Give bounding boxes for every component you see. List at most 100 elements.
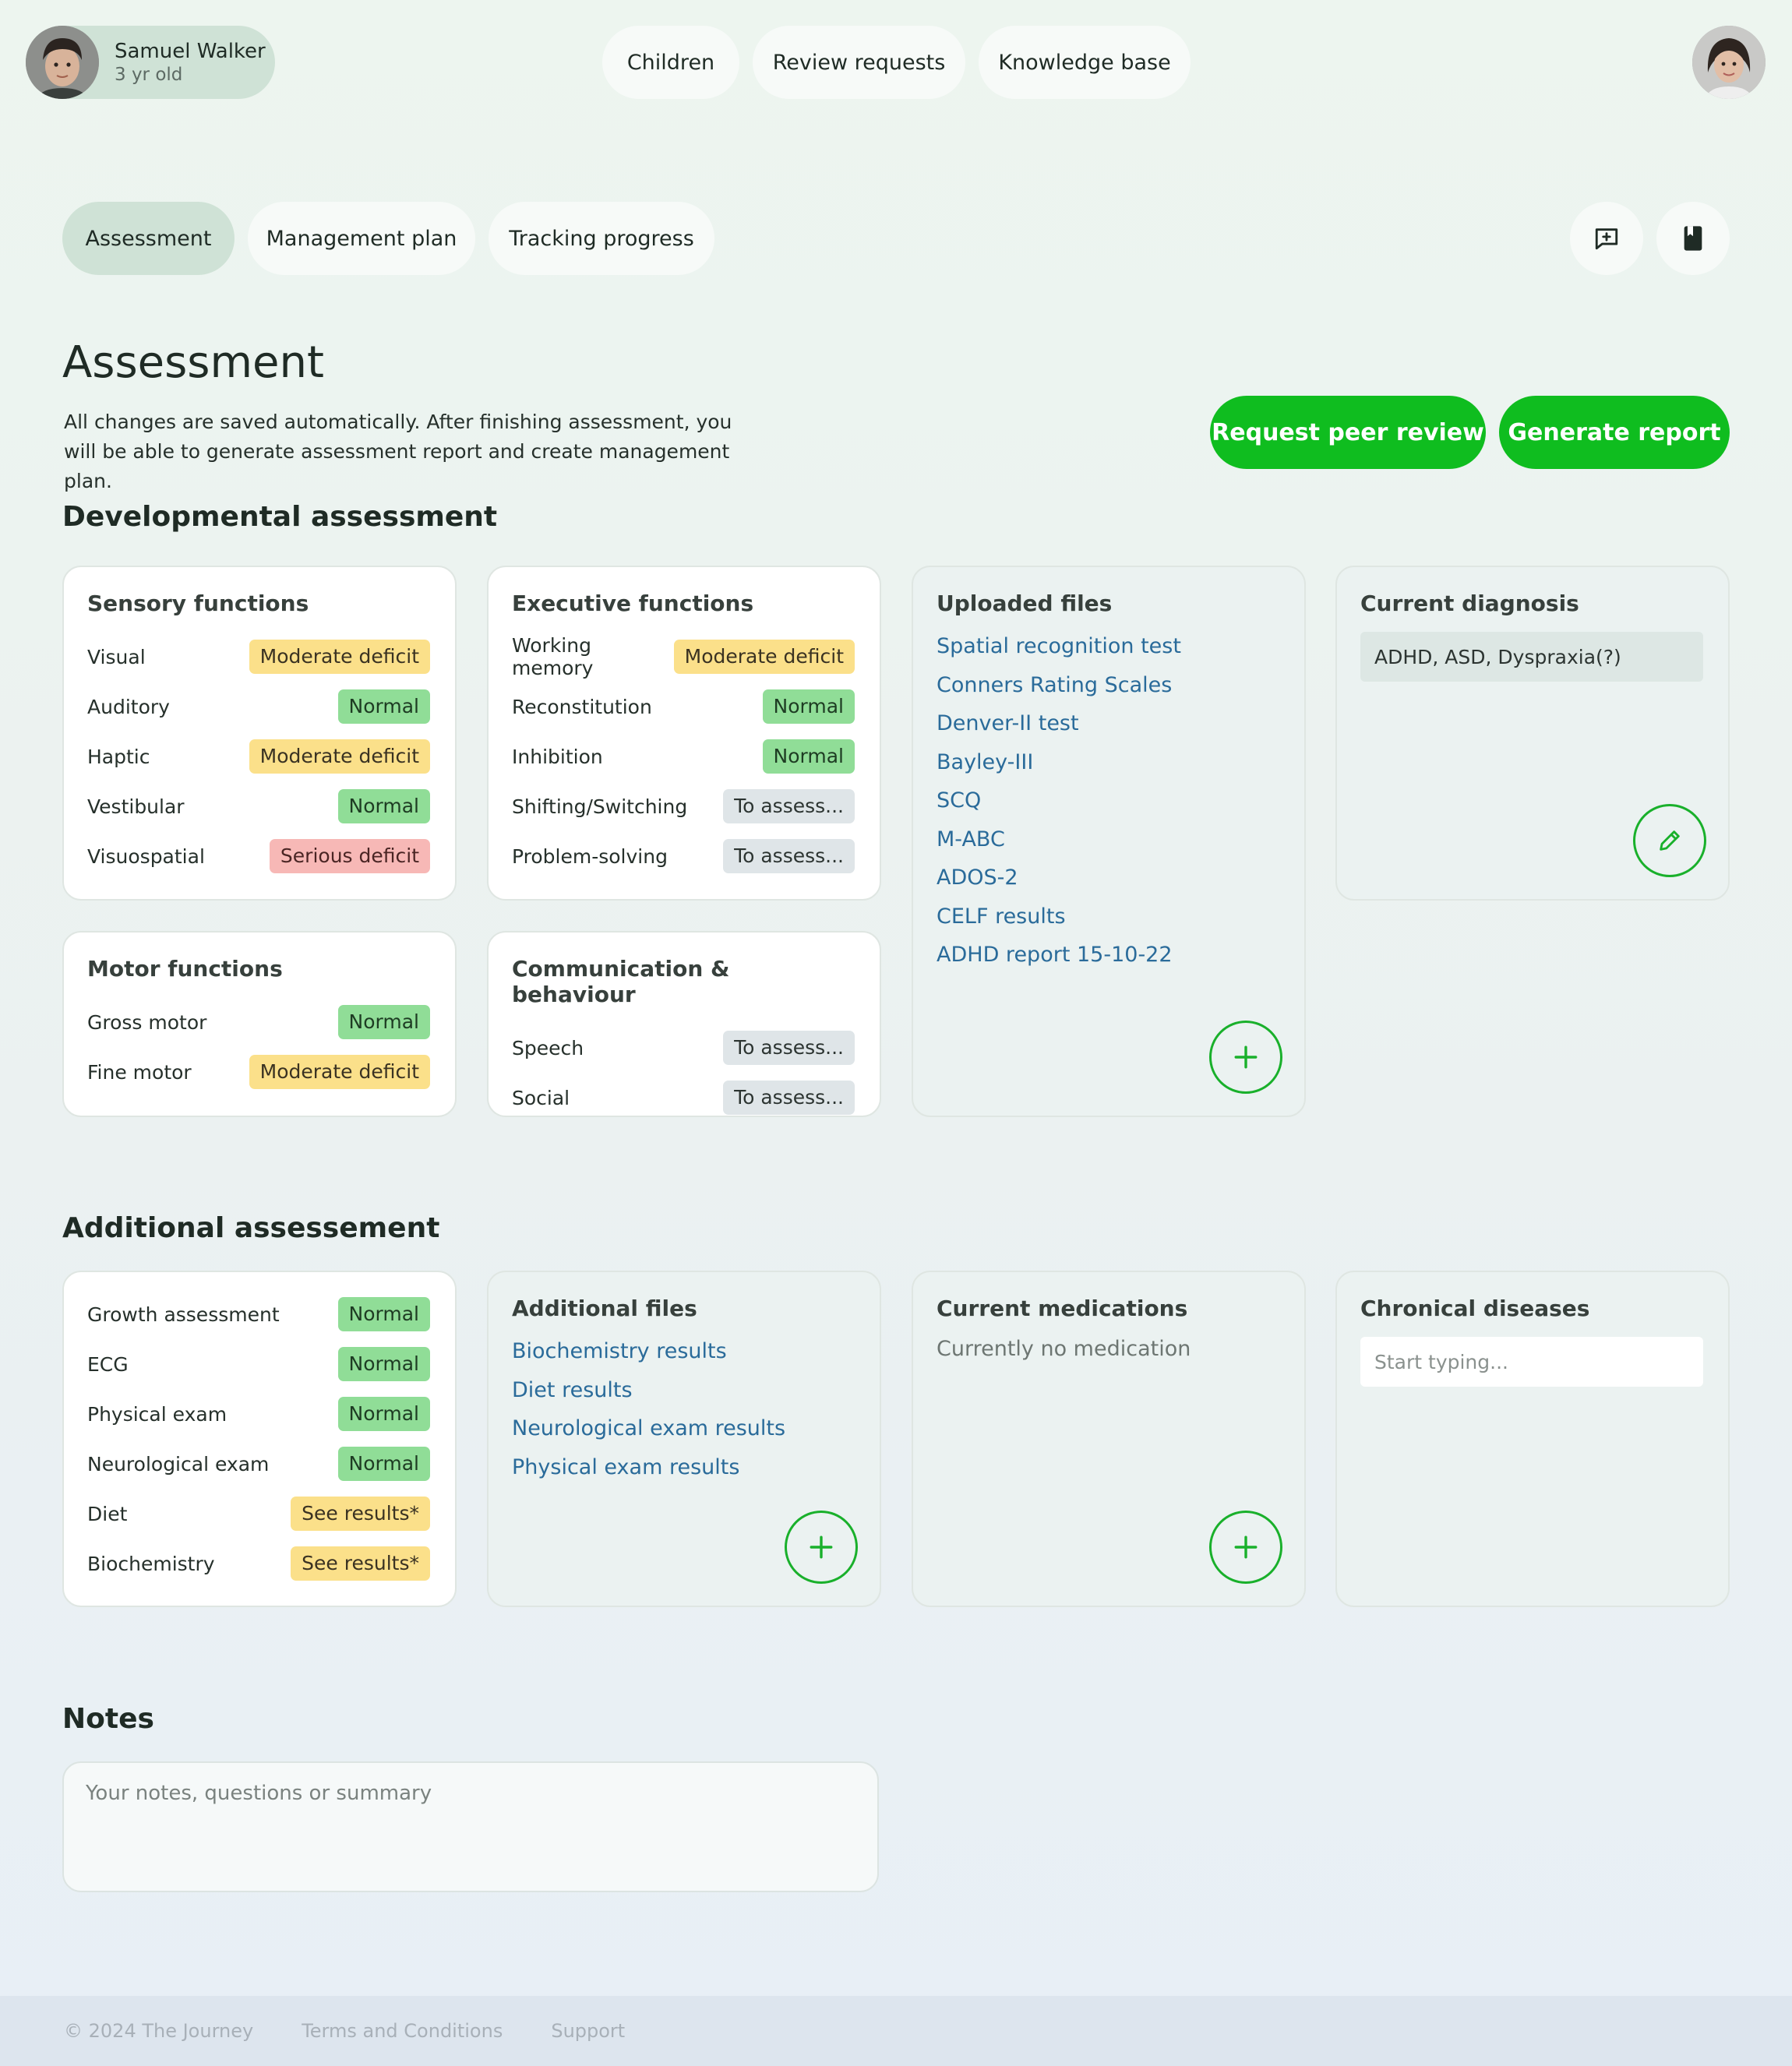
notes-title: Notes	[62, 1703, 154, 1735]
file-list: Biochemistry results Diet results Neurol…	[512, 1332, 855, 1486]
add-comment-button[interactable]	[1570, 202, 1643, 275]
status-badge[interactable]: Normal	[337, 689, 430, 724]
card-title: Communication & behaviour	[512, 956, 730, 1007]
row-label: Working memory	[512, 634, 594, 679]
tab-assessment[interactable]: Assessment	[62, 202, 235, 275]
card-title: Current diagnosis	[1360, 591, 1579, 616]
add-medication-button[interactable]	[1209, 1511, 1282, 1584]
row-label: Fine motor	[87, 1060, 192, 1084]
row-label: Growth assessment	[87, 1303, 280, 1326]
status-badge[interactable]: Serious deficit	[269, 839, 430, 873]
file-link[interactable]: SCQ	[937, 781, 1279, 820]
assessment-row: Speech To assess...	[512, 1023, 855, 1073]
assessment-row: Neurological exam Normal	[87, 1439, 430, 1489]
generate-report-button[interactable]: Generate report	[1499, 396, 1730, 469]
file-link[interactable]: Denver-II test	[937, 704, 1279, 743]
file-link[interactable]: Diet results	[512, 1371, 855, 1410]
assessment-row: Shifting/Switching To assess...	[512, 781, 855, 831]
file-link[interactable]: Spatial recognition test	[937, 627, 1279, 666]
status-badge[interactable]: See results*	[291, 1546, 430, 1581]
diagnosis-field: ADHD, ASD, Dyspraxia(?)	[1360, 632, 1703, 682]
book-icon	[1684, 226, 1702, 251]
page-title: Assessment	[62, 337, 324, 388]
current-diagnosis-card: Current diagnosis ADHD, ASD, Dyspraxia(?…	[1335, 566, 1730, 901]
page-description: All changes are saved automatically. Aft…	[64, 411, 732, 492]
status-badge[interactable]: To assess...	[723, 1081, 855, 1115]
assessment-row: Social To assess...	[512, 1073, 855, 1123]
file-link[interactable]: M-ABC	[937, 820, 1279, 859]
status-badge[interactable]: Normal	[337, 1447, 430, 1481]
status-badge[interactable]: Moderate deficit	[249, 640, 430, 674]
row-label: Shifting/Switching	[512, 795, 688, 818]
assessment-row: Inhibition Normal	[512, 732, 855, 781]
assessment-row: Growth assessment Normal	[87, 1289, 430, 1339]
row-label: ECG	[87, 1352, 129, 1376]
file-link[interactable]: Bayley-III	[937, 743, 1279, 782]
notes-textarea[interactable]: Your notes, questions or summary	[62, 1761, 879, 1892]
assessment-tabs: Assessment Management plan Tracking prog…	[62, 202, 714, 275]
status-badge[interactable]: Moderate deficit	[673, 640, 855, 674]
additional-checks-card: Growth assessment Normal ECG Normal Phys…	[62, 1271, 457, 1607]
file-link[interactable]: Conners Rating Scales	[937, 666, 1279, 705]
assessment-row: Problem-solving To assess...	[512, 831, 855, 881]
assessment-row: Biochemistry See results*	[87, 1539, 430, 1588]
row-label: Speech	[512, 1036, 584, 1059]
book-button[interactable]	[1656, 202, 1730, 275]
status-badge[interactable]: See results*	[291, 1497, 430, 1531]
chronical-diseases-input[interactable]: Start typing...	[1360, 1337, 1703, 1387]
status-badge[interactable]: Normal	[337, 1397, 430, 1431]
status-badge[interactable]: To assess...	[723, 789, 855, 823]
patient-age: 3 yr old	[115, 65, 183, 85]
patient-selector[interactable]: Samuel Walker 3 yr old	[26, 26, 275, 99]
sensory-functions-card: Sensory functions Visual Moderate defici…	[62, 566, 457, 901]
nav-knowledge-base[interactable]: Knowledge base	[979, 26, 1191, 99]
add-file-button[interactable]	[785, 1511, 858, 1584]
request-peer-review-button[interactable]: Request peer review	[1210, 396, 1486, 469]
pencil-icon	[1660, 830, 1680, 851]
plus-icon	[810, 1535, 833, 1559]
plus-icon	[1234, 1535, 1258, 1559]
communication-behaviour-card: Communication & behaviour Speech To asse…	[487, 931, 881, 1117]
file-list: Spatial recognition test Conners Rating …	[937, 627, 1279, 975]
status-badge[interactable]: To assess...	[723, 1031, 855, 1065]
status-badge[interactable]: Normal	[762, 739, 855, 774]
row-label: Social	[512, 1086, 570, 1109]
status-badge[interactable]: Normal	[762, 689, 855, 724]
additional-files-card: Additional files Biochemistry results Di…	[487, 1271, 881, 1607]
status-badge[interactable]: Moderate deficit	[249, 1055, 430, 1089]
file-link[interactable]: ADOS-2	[937, 858, 1279, 897]
assessment-row: Haptic Moderate deficit	[87, 732, 430, 781]
assessment-row: Working memory Moderate deficit	[512, 632, 855, 682]
status-badge[interactable]: Normal	[337, 1347, 430, 1381]
tab-tracking-progress[interactable]: Tracking progress	[489, 202, 714, 275]
nav-review-requests[interactable]: Review requests	[753, 26, 965, 99]
executive-functions-card: Executive functions Working memory Moder…	[487, 566, 881, 901]
edit-diagnosis-button[interactable]	[1633, 804, 1706, 877]
tab-management-plan[interactable]: Management plan	[248, 202, 475, 275]
status-badge[interactable]: To assess...	[723, 839, 855, 873]
row-label: Problem-solving	[512, 844, 668, 868]
card-title: Current medications	[937, 1296, 1188, 1321]
chronical-diseases-card: Chronical diseases Start typing...	[1335, 1271, 1730, 1607]
row-label: Biochemistry	[87, 1552, 215, 1575]
assessment-row: ECG Normal	[87, 1339, 430, 1389]
add-file-button[interactable]	[1209, 1021, 1282, 1094]
file-link[interactable]: Physical exam results	[512, 1448, 855, 1487]
nav-children[interactable]: Children	[602, 26, 739, 99]
status-badge[interactable]: Normal	[337, 1297, 430, 1331]
status-badge[interactable]: Moderate deficit	[249, 739, 430, 774]
user-avatar[interactable]	[1692, 26, 1766, 99]
assessment-row: Visual Moderate deficit	[87, 632, 430, 682]
file-link[interactable]: Biochemistry results	[512, 1332, 855, 1371]
file-link[interactable]: ADHD report 15-10-22	[937, 936, 1279, 975]
status-badge[interactable]: Normal	[337, 789, 430, 823]
row-label: Neurological exam	[87, 1452, 270, 1475]
row-label: Haptic	[87, 745, 150, 768]
file-link[interactable]: CELF results	[937, 897, 1279, 936]
file-link[interactable]: Neurological exam results	[512, 1409, 855, 1448]
footer-terms-link[interactable]: Terms and Conditions	[302, 2020, 503, 2042]
additional-assessment-title: Additional assessement	[62, 1212, 440, 1244]
row-label: Vestibular	[87, 795, 185, 818]
status-badge[interactable]: Normal	[337, 1005, 430, 1039]
footer-support-link[interactable]: Support	[551, 2020, 625, 2042]
